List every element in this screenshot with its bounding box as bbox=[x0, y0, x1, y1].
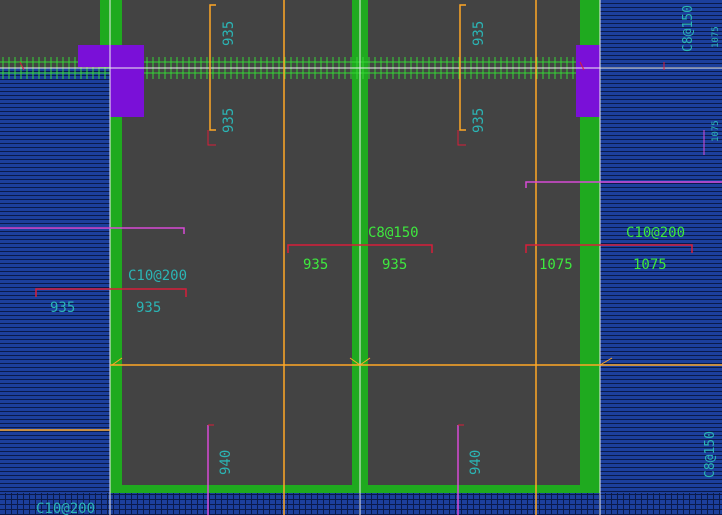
cad-viewport[interactable]: 935 935 935 935 C8@150 1075 1075 C8@150 … bbox=[0, 0, 722, 515]
wall-bottom[interactable] bbox=[110, 485, 600, 493]
label-bottom-right-rot[interactable]: C8@150 bbox=[703, 431, 718, 478]
label-center-dim-right[interactable]: 935 bbox=[382, 257, 407, 273]
label-right-spec[interactable]: C10@200 bbox=[626, 225, 685, 241]
label-center-dim-left[interactable]: 935 bbox=[303, 257, 328, 273]
label-far-right-rotated[interactable]: C8@150 bbox=[681, 5, 696, 52]
label-left-dim-left[interactable]: 935 bbox=[50, 300, 75, 316]
label-far-right-small[interactable]: 1075 bbox=[711, 26, 721, 48]
drawing-canvas[interactable]: 935 935 935 935 C8@150 1075 1075 C8@150 … bbox=[0, 0, 722, 515]
label-left-dim-right[interactable]: 935 bbox=[136, 300, 161, 316]
column-right[interactable] bbox=[576, 45, 600, 117]
label-top-left-upper[interactable]: 935 bbox=[221, 21, 237, 46]
label-top-right-lower[interactable]: 935 bbox=[471, 108, 487, 133]
label-bottom-left-spec[interactable]: C10@200 bbox=[36, 501, 95, 515]
label-top-left-lower[interactable]: 935 bbox=[221, 108, 237, 133]
slab-hatch-right[interactable] bbox=[600, 0, 722, 493]
label-right-dim-left[interactable]: 1075 bbox=[539, 257, 573, 273]
label-left-spec[interactable]: C10@200 bbox=[128, 268, 187, 284]
label-center-spec[interactable]: C8@150 bbox=[368, 225, 419, 241]
slab-hatch-bottom[interactable] bbox=[0, 493, 722, 515]
label-bottom-mid-rot[interactable]: 940 bbox=[468, 450, 484, 475]
label-right-dim-right[interactable]: 1075 bbox=[633, 257, 667, 273]
column-left[interactable] bbox=[110, 45, 144, 117]
label-bottom-left-rot[interactable]: 940 bbox=[218, 450, 234, 475]
label-top-right-upper[interactable]: 935 bbox=[471, 21, 487, 46]
label-far-right-small-2[interactable]: 1075 bbox=[711, 120, 721, 142]
